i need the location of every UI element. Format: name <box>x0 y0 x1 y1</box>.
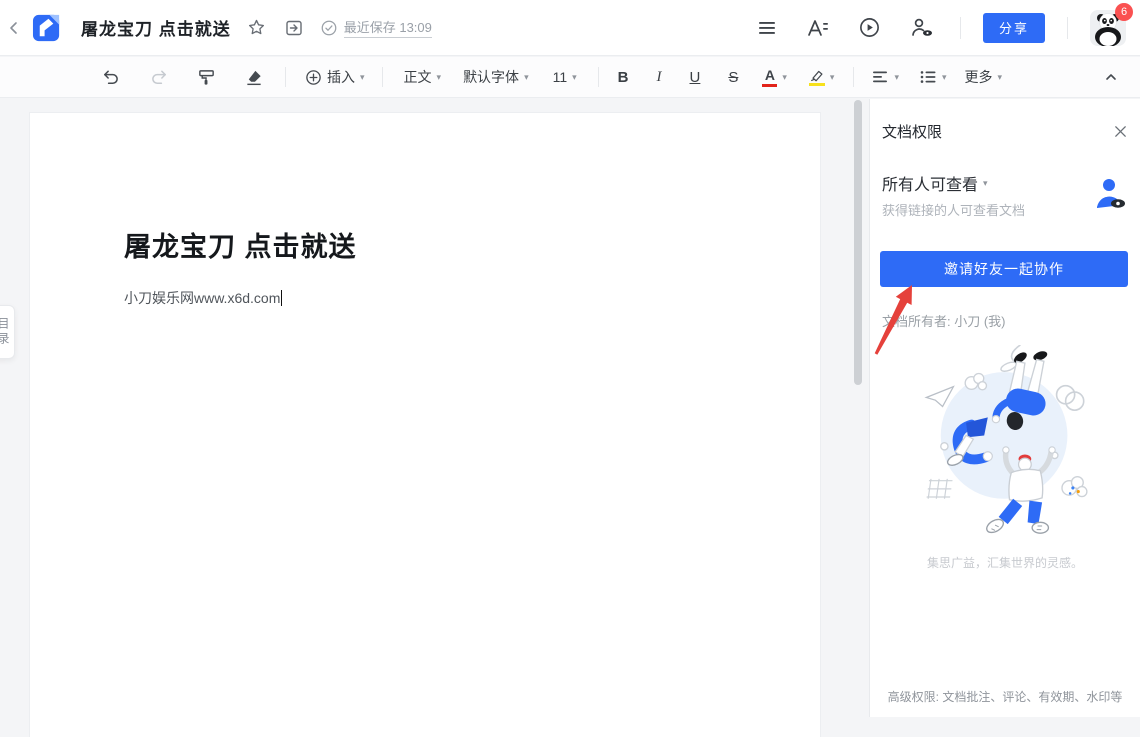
bulleted-list-icon <box>919 69 937 85</box>
clear-format-eraser-icon[interactable] <box>241 65 267 90</box>
app-logo-icon[interactable] <box>32 12 63 43</box>
chevron-down-icon: ▾ <box>983 178 988 189</box>
italic-label: I <box>657 69 662 86</box>
check-circle-icon <box>320 19 338 37</box>
notification-badge[interactable]: 6 <box>1115 3 1133 21</box>
chevron-down-icon: ▾ <box>894 72 899 83</box>
advanced-permissions-note: 高级权限: 文档批注、评论、有效期、水印等 <box>870 688 1140 705</box>
text-cursor <box>281 290 282 306</box>
document-title-topbar[interactable]: 屠龙宝刀 点击就送 <box>81 15 231 40</box>
outline-tab-label: 目录 <box>0 317 12 347</box>
panel-header: 文档权限 <box>882 121 1128 142</box>
paragraph-style-value: 正文 <box>404 67 432 87</box>
format-painter-icon[interactable] <box>194 65 219 90</box>
italic-button[interactable]: I <box>654 66 665 89</box>
bold-label: B <box>618 69 629 86</box>
underline-label: U <box>690 69 701 86</box>
permission-description: 获得链接的人可查看文档 <box>882 200 1025 219</box>
chevron-down-icon: ▾ <box>572 72 577 83</box>
outline-view-icon[interactable] <box>804 15 832 41</box>
back-icon[interactable] <box>4 16 24 40</box>
bold-button[interactable]: B <box>615 66 632 89</box>
document-body-text[interactable]: 小刀娱乐网www.x6d.com <box>124 288 726 308</box>
chevron-down-icon: ▾ <box>782 72 787 83</box>
save-status-text: 最近保存 13:09 <box>344 17 432 38</box>
highlighter-icon <box>809 68 825 86</box>
vertical-scrollbar[interactable] <box>854 100 862 385</box>
strikethrough-label: S <box>728 69 738 86</box>
insert-label: 插入 <box>327 67 355 87</box>
body-text: 小刀娱乐网www.x6d.com <box>124 290 280 306</box>
close-icon[interactable] <box>1113 124 1128 139</box>
undo-icon[interactable] <box>98 65 123 90</box>
chevron-down-icon: ▾ <box>942 72 947 83</box>
text-color-button[interactable]: A ▾ <box>759 65 790 90</box>
chevron-down-icon: ▾ <box>998 72 1003 83</box>
editor-area: 屠龙宝刀 点击就送 小刀娱乐网www.x6d.com <box>0 99 868 717</box>
toolbar-divider <box>598 67 599 87</box>
align-left-icon <box>871 69 889 85</box>
alignment-button[interactable]: ▾ <box>868 66 902 88</box>
chevron-down-icon: ▾ <box>360 72 365 83</box>
permission-dropdown[interactable]: 所有人可查看 ▾ <box>882 171 988 195</box>
more-button[interactable]: 更多 ▾ <box>962 64 1006 90</box>
font-family-select[interactable]: 默认字体 ▾ <box>460 64 532 90</box>
permissions-panel: 文档权限 所有人可查看 ▾ 获得链接的人可查看文档 邀请好友一起协作 文档所有者… <box>869 99 1140 717</box>
text-color-icon: A <box>762 68 777 87</box>
plus-circle-icon <box>305 69 322 86</box>
save-status: 最近保存 13:09 <box>320 17 432 38</box>
viewer-permission-icon[interactable] <box>907 14 936 41</box>
strikethrough-button[interactable]: S <box>725 66 741 89</box>
chevron-down-icon: ▾ <box>437 72 442 83</box>
user-avatar[interactable]: 6 <box>1090 10 1126 46</box>
insert-button[interactable]: 插入 ▾ <box>302 64 368 90</box>
text-color-bar <box>762 84 777 87</box>
font-size-select[interactable]: 11 ▾ <box>550 66 580 88</box>
font-family-value: 默认字体 <box>463 67 519 87</box>
underline-button[interactable]: U <box>687 66 704 89</box>
document-canvas[interactable]: 屠龙宝刀 点击就送 小刀娱乐网www.x6d.com <box>30 113 820 737</box>
redo-icon[interactable] <box>147 65 172 90</box>
star-favorite-icon[interactable] <box>245 16 268 39</box>
move-to-folder-icon[interactable] <box>282 16 306 40</box>
chevron-down-icon: ▾ <box>830 72 835 83</box>
top-bar: 屠龙宝刀 点击就送 最近保存 13:09 分享 <box>0 0 1140 56</box>
list-button[interactable]: ▾ <box>916 66 950 88</box>
header-divider <box>960 17 961 39</box>
viewer-blue-icon <box>1092 177 1128 211</box>
collaboration-illustration <box>919 345 1091 535</box>
toolbar-divider <box>382 67 383 87</box>
present-play-icon[interactable] <box>856 14 883 41</box>
share-button[interactable]: 分享 <box>983 13 1045 43</box>
outline-tab[interactable]: 目录 <box>0 305 15 359</box>
paragraph-style-select[interactable]: 正文 ▾ <box>401 64 445 90</box>
permission-value: 所有人可查看 <box>882 171 978 195</box>
chevron-down-icon: ▾ <box>524 72 529 83</box>
header-divider <box>1067 17 1068 39</box>
menu-icon[interactable] <box>754 15 780 41</box>
font-size-value: 11 <box>553 69 568 85</box>
panel-title: 文档权限 <box>882 121 942 142</box>
text-color-letter: A <box>765 68 775 83</box>
toolbar-divider <box>853 67 854 87</box>
highlight-color-bar <box>809 83 825 86</box>
format-toolbar: 插入 ▾ 正文 ▾ 默认字体 ▾ 11 ▾ B I U S A ▾ ▾ ▾ ▾ <box>0 57 1140 98</box>
document-heading[interactable]: 屠龙宝刀 点击就送 <box>124 225 726 264</box>
toolbar-divider <box>285 67 286 87</box>
annotation-arrow <box>870 282 922 360</box>
collapse-toolbar-icon[interactable] <box>1100 66 1122 88</box>
more-label: 更多 <box>965 67 993 87</box>
highlight-color-button[interactable]: ▾ <box>806 65 838 89</box>
slogan-text: 集思广益，汇集世界的灵感。 <box>870 554 1140 571</box>
